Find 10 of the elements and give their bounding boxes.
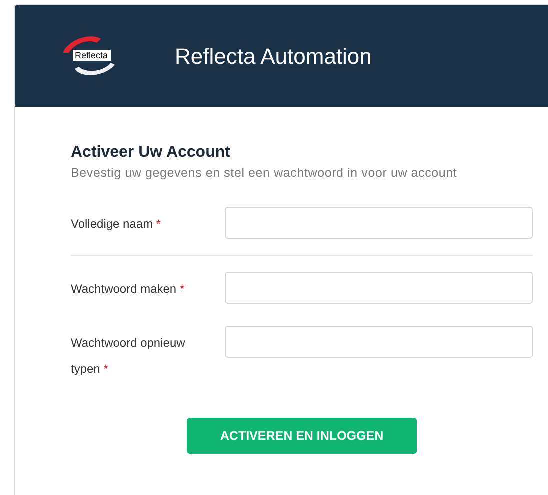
input-field[interactable]	[225, 272, 533, 304]
app-title: Reflecta Automation	[175, 42, 372, 70]
input-field[interactable]	[225, 207, 533, 239]
field-label: Volledige naam *	[71, 216, 162, 233]
submit-button[interactable]: ACTIVEREN EN INLOGGEN	[187, 418, 417, 454]
form-title: Activeer Uw Account	[71, 143, 232, 163]
form-subtitle: Bevestig uw gegevens en stel een wachtwoord in voor uw account	[71, 165, 458, 182]
field-label: Wachtwoord opnieuw typen *	[71, 335, 186, 378]
field-label: Wachtwoord maken *	[71, 281, 186, 298]
input-field[interactable]	[225, 326, 533, 358]
